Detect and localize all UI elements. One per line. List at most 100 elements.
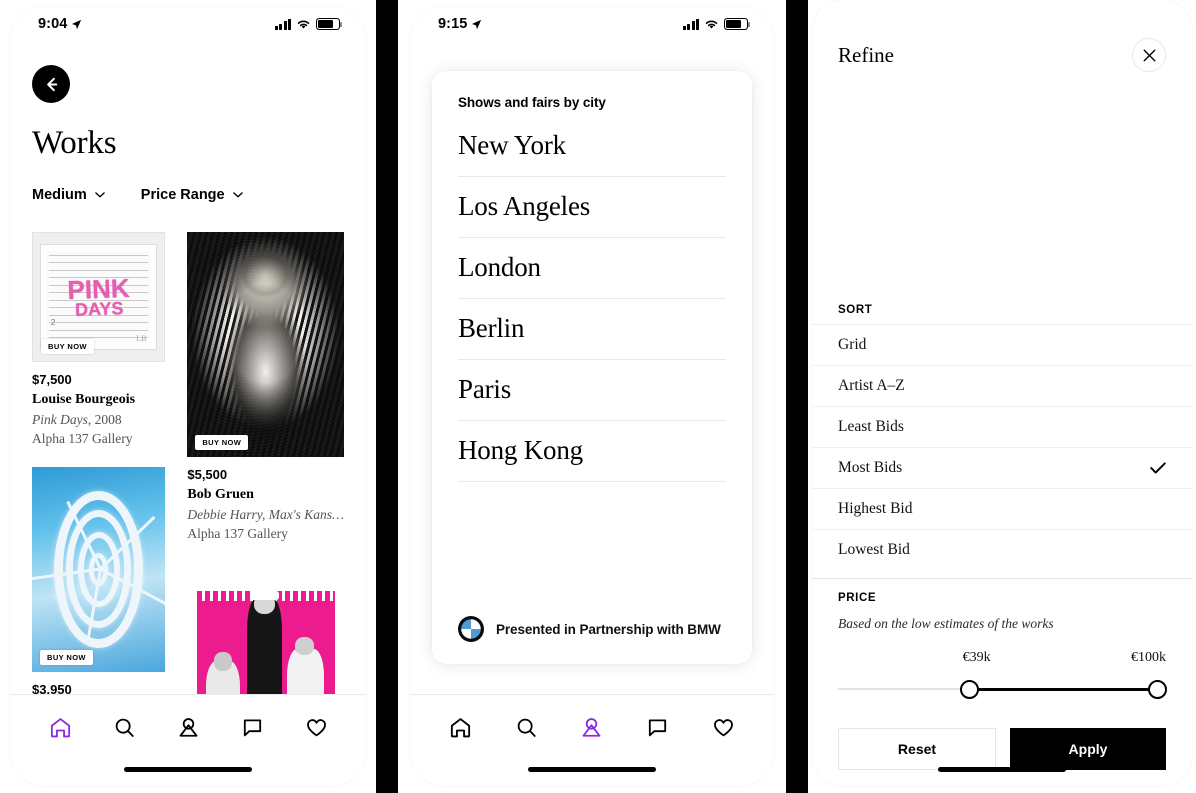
tab-saves[interactable] [299,710,333,744]
price-range-slider[interactable]: €39k €100k [838,650,1167,706]
tab-home[interactable] [444,710,478,744]
partnership-text: Presented in Partnership with BMW [496,621,721,637]
home-indicator [528,767,656,772]
tab-list [410,695,774,751]
bmw-logo-icon [458,616,484,642]
status-time: 9:15 [438,16,468,32]
back-button[interactable] [32,65,70,103]
artwork-signature: LB [136,334,147,344]
cellular-bars-icon [274,18,291,30]
sort-option-artist-az[interactable]: Artist A–Z [812,366,1192,407]
sort-option-highest-bid[interactable]: Highest Bid [812,489,1192,530]
heart-icon [713,718,733,736]
panel-gap [376,0,398,793]
wifi-icon [297,20,310,29]
price-section-label: PRICE [838,592,877,604]
status-bar-cities: 9:15 [410,7,774,41]
artwork-title: Pink Days, 2008 [32,410,165,430]
apply-button[interactable]: Apply [1010,728,1166,770]
cities-card: Shows and fairs by city New York Los Ang… [432,71,752,664]
cellular-bars-icon [682,18,699,30]
back-arrow-icon [46,77,57,91]
artwork-card[interactable]: BUY NOW $5,500 Bob Gruen Debbie Harry, M… [187,232,344,544]
buy-now-badge[interactable]: BUY NOW [41,339,94,354]
refine-actions: Reset Apply [812,706,1192,770]
filter-price-range-label: Price Range [140,187,225,203]
search-icon [517,718,536,737]
tab-search[interactable] [107,710,141,744]
three-panel-screenshot: 9:04 Works Medium Price Range PINK DAYS … [0,0,1196,793]
heart-icon [306,718,326,736]
reset-button[interactable]: Reset [838,728,996,770]
city-row-hong-kong[interactable]: Hong Kong [458,421,726,482]
battery-icon [316,18,343,30]
artwork-gallery[interactable]: Alpha 137 Gallery [187,524,344,544]
artwork-image-blue-circle[interactable]: BUY NOW [32,466,166,672]
sort-option-grid[interactable]: Grid [812,325,1192,366]
city-row-new-york[interactable]: New York [458,116,726,177]
filter-row: Medium Price Range [32,187,344,203]
refine-sheet: Refine SORT Grid Artist A–Z Least Bids M… [812,0,1192,786]
city-row-los-angeles[interactable]: Los Angeles [458,177,726,238]
city-row-paris[interactable]: Paris [458,360,726,421]
city-row-berlin[interactable]: Berlin [458,299,726,360]
price-min-label: €39k [962,650,991,665]
price-slider-labels: €39k €100k [838,650,1166,666]
status-bar-right [274,18,343,30]
close-button[interactable] [1132,38,1166,72]
location-arrow-icon [472,19,482,29]
chat-bubble-icon [648,718,667,736]
cities-card-kicker: Shows and fairs by city [458,95,606,110]
artwork-card[interactable]: PINK DAYS 2 LB BUY NOW $7,500 Louise Bou… [32,232,166,449]
artwork-title-italic: Debbie Harry, Max's Kans… [187,506,344,522]
phone-panel-works: 9:04 Works Medium Price Range PINK DAYS … [0,0,376,793]
location-arrow-icon [72,19,82,29]
buy-now-badge[interactable]: BUY NOW [195,435,249,450]
works-screen: 9:04 Works Medium Price Range PINK DAYS … [10,7,366,786]
sort-option-least-bids[interactable]: Least Bids [812,407,1192,448]
tab-inbox[interactable] [641,710,675,744]
sort-option-lowest-bid[interactable]: Lowest Bid [812,530,1192,570]
status-bar-works: 9:04 [10,7,366,41]
artwork-frame: PINK DAYS 2 LB [40,244,157,350]
filter-price-range[interactable]: Price Range [141,187,243,203]
tab-artists[interactable] [171,710,205,744]
artwork-year: , 2008 [87,411,122,427]
slider-handle-max[interactable] [1148,680,1167,699]
bottom-tab-bar-cities [410,694,774,786]
artwork-artist[interactable]: Louise Bourgeois [32,390,165,410]
refine-empty-area [812,72,1192,304]
city-row-london[interactable]: London [458,238,726,299]
partnership-row: Presented in Partnership with BMW [458,598,726,664]
wifi-icon [705,20,718,29]
tab-artists[interactable] [575,710,609,744]
city-list: New York Los Angeles London Berlin Paris… [458,116,726,598]
artwork-image-pink-days[interactable]: PINK DAYS 2 LB BUY NOW [32,232,166,362]
sort-option-most-bids[interactable]: Most Bids [812,448,1192,489]
status-time: 9:04 [38,16,68,32]
artwork-edition-number: 2 [50,318,56,328]
artwork-artist[interactable]: Bob Gruen [187,485,344,505]
filter-medium[interactable]: Medium [32,187,105,203]
person-icon [179,717,197,737]
artwork-image-debbie-harry[interactable]: BUY NOW [187,232,344,457]
tab-list [10,695,366,751]
slider-handle-min[interactable] [959,680,979,699]
buy-now-badge[interactable]: BUY NOW [40,649,93,665]
tab-inbox[interactable] [235,710,269,744]
phone-panel-cities: 9:15 Shows and fairs by city New York Lo… [398,0,786,793]
home-indicator [938,767,1066,772]
tab-home[interactable] [43,710,77,744]
artwork-price: $7,500 [32,372,72,387]
person-icon [582,717,601,737]
tab-saves[interactable] [706,710,740,744]
chevron-down-icon [94,192,105,198]
artwork-title-italic: Pink Days [32,411,88,427]
sort-options-list: Grid Artist A–Z Least Bids Most Bids Hig… [812,324,1192,570]
slider-track-fill [969,688,1166,691]
artwork-gallery[interactable]: Alpha 137 Gallery [32,429,165,449]
refine-header: Refine [812,0,1192,72]
status-bar-right [682,18,751,30]
tab-search[interactable] [509,710,543,744]
cities-screen: 9:15 Shows and fairs by city New York Lo… [410,7,774,786]
